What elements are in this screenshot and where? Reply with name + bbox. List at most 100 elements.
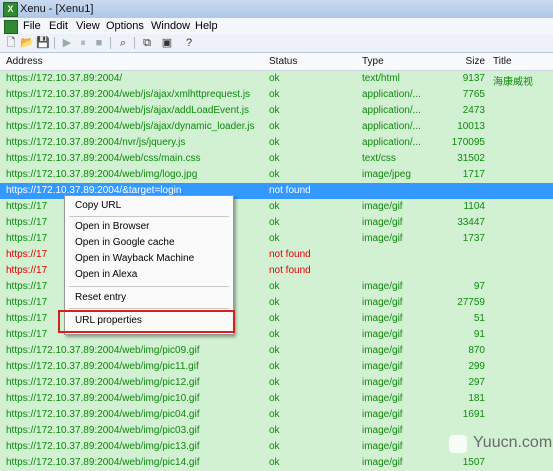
cell-address: https://172.10.37.89:2004/web/img/pic04.… xyxy=(6,409,200,420)
column-address[interactable]: Address xyxy=(6,56,43,67)
menu-open-in-browser[interactable]: Open in Browser xyxy=(75,221,149,232)
menu-separator xyxy=(69,286,229,287)
pause-icon[interactable]: ⏸ xyxy=(76,36,90,50)
menu-reset-entry[interactable]: Reset entry xyxy=(75,292,126,303)
column-type[interactable]: Type xyxy=(362,56,384,67)
table-row[interactable]: https://172.10.37.89:2004/web/img/pic04.… xyxy=(0,407,553,423)
table-row[interactable]: https://172.10.37.89:2004/web/img/pic12.… xyxy=(0,375,553,391)
menu-view[interactable]: View xyxy=(76,20,100,32)
cell-status: ok xyxy=(269,105,280,116)
open-folder-icon[interactable]: 📂 xyxy=(20,36,34,50)
menu-file[interactable]: File xyxy=(23,20,41,32)
cell-status: ok xyxy=(269,377,280,388)
save-icon[interactable]: 💾 xyxy=(36,36,50,50)
cell-address: https://172.10.37.89:2004/web/img/pic14.… xyxy=(6,457,200,468)
cell-size: 1717 xyxy=(462,169,485,180)
menu-open-in-google-cache[interactable]: Open in Google cache xyxy=(75,237,175,248)
table-row[interactable]: https://172.10.37.89:2004/web/css/main.c… xyxy=(0,151,553,167)
cell-status: ok xyxy=(269,441,280,452)
cell-size: 297 xyxy=(468,377,485,388)
cell-address: https://172.10.37.89:2004/web/img/pic10.… xyxy=(6,393,200,404)
column-header: Address Status Type Size Title xyxy=(0,53,553,71)
play-icon[interactable]: ▶ xyxy=(60,36,74,50)
document-icon[interactable] xyxy=(4,20,18,34)
cell-status: ok xyxy=(269,297,280,308)
column-title[interactable]: Title xyxy=(493,56,512,67)
properties-icon[interactable]: ▣ xyxy=(160,36,174,50)
cell-status: not found xyxy=(269,185,311,196)
menu-copy-url[interactable]: Copy URL xyxy=(75,200,121,211)
cell-status: ok xyxy=(269,409,280,420)
cell-size: 1737 xyxy=(462,233,485,244)
menu-open-in-wayback-machine[interactable]: Open in Wayback Machine xyxy=(75,253,194,264)
watermark-logo-icon xyxy=(449,435,467,453)
cell-address: https://172.10.37.89:2004/web/js/ajax/xm… xyxy=(6,89,251,100)
table-row[interactable]: https://172.10.37.89:2004/web/img/pic14.… xyxy=(0,455,553,471)
menu-separator xyxy=(69,216,229,217)
cell-status: ok xyxy=(269,329,280,340)
cell-size: 170095 xyxy=(451,137,485,148)
menu-edit[interactable]: Edit xyxy=(49,20,68,32)
cell-size: 299 xyxy=(468,361,485,372)
column-size[interactable]: Size xyxy=(430,56,485,67)
table-row[interactable]: https://172.10.37.89:2004/web/js/ajax/xm… xyxy=(0,87,553,103)
cell-size: 51 xyxy=(473,313,485,324)
table-row[interactable]: https://172.10.37.89:2004/web/img/pic11.… xyxy=(0,359,553,375)
title-bar: X Xenu - [Xenu1] xyxy=(0,0,553,19)
menu-open-in-alexa[interactable]: Open in Alexa xyxy=(75,269,137,280)
cell-status: ok xyxy=(269,73,280,84)
table-row[interactable]: https://172.10.37.89:2004/nvr/js/jquery.… xyxy=(0,135,553,151)
cell-size: 1507 xyxy=(462,457,485,468)
new-file-icon[interactable]: 🗋 xyxy=(4,36,18,50)
column-status[interactable]: Status xyxy=(269,56,297,67)
cell-status: ok xyxy=(269,137,280,148)
stop-icon[interactable]: ■ xyxy=(92,36,106,50)
cell-size: 31502 xyxy=(457,153,485,164)
watermark: Yuucn.com xyxy=(449,433,552,455)
xenu-app-icon: X xyxy=(3,2,18,17)
cell-status: ok xyxy=(269,153,280,164)
cell-address: https://172.10.37.89:2004/web/img/pic03.… xyxy=(6,425,200,436)
cell-status: ok xyxy=(269,457,280,468)
cell-size: 1691 xyxy=(462,409,485,420)
table-row[interactable]: https://172.10.37.89:2004/ok text/html 913… xyxy=(0,71,553,88)
table-row[interactable]: https://172.10.37.89:2004/web/img/pic09.… xyxy=(0,343,553,359)
cell-status: ok xyxy=(269,201,280,212)
url-properties-highlight xyxy=(58,310,235,333)
cell-address: https://172.10.37.89:2004/web/js/ajax/ad… xyxy=(6,105,249,116)
cell-address: https://172.10.37.89:2004/ xyxy=(6,73,123,84)
cell-size: 870 xyxy=(468,345,485,356)
menu-window[interactable]: Window xyxy=(151,20,190,32)
cell-size: 97 xyxy=(473,281,485,292)
binoculars-icon[interactable]: ⌕ xyxy=(116,36,130,50)
menu-help[interactable]: Help xyxy=(195,20,218,32)
toolbar: 🗋 📂 💾 ▶ ⏸ ■ ⌕ ⧉ ▣ ? xyxy=(0,34,553,53)
toolbar-separator xyxy=(134,37,135,49)
table-row[interactable]: https://172.10.37.89:2004/web/js/ajax/dy… xyxy=(0,119,553,135)
cell-address: https://172.10.37.89:2004/web/img/pic11.… xyxy=(6,361,199,372)
cell-address: https://172.10.37.89:2004/web/img/pic09.… xyxy=(6,345,200,356)
cell-size: 2473 xyxy=(462,105,485,116)
cell-size: 10013 xyxy=(457,121,485,132)
cell-address: https://172.10.37.89:2004/web/img/logo.j… xyxy=(6,169,198,180)
cell-address: https://172.10.37.89:2004/web/img/pic12.… xyxy=(6,377,200,388)
table-row[interactable]: https://172.10.37.89:2004/web/img/pic10.… xyxy=(0,391,553,407)
cell-size: 9137 xyxy=(462,73,485,84)
cell-title: 海康威视 xyxy=(493,77,533,88)
cell-size: 181 xyxy=(468,393,485,404)
toolbar-separator xyxy=(110,37,111,49)
help-icon[interactable]: ? xyxy=(182,36,196,50)
menu-options[interactable]: Options xyxy=(106,20,144,32)
table-row[interactable]: https://172.10.37.89:2004/web/img/logo.j… xyxy=(0,167,553,183)
cell-status: ok xyxy=(269,345,280,356)
cell-status: ok xyxy=(269,169,280,180)
table-row[interactable]: https://172.10.37.89:2004/web/js/ajax/ad… xyxy=(0,103,553,119)
cell-address: https://172.10.37.89:2004/web/css/main.c… xyxy=(6,153,201,164)
copy-icon[interactable]: ⧉ xyxy=(140,36,154,50)
cell-address: https://172.10.37.89:2004/web/js/ajax/dy… xyxy=(6,121,255,132)
cell-status: ok xyxy=(269,313,280,324)
cell-address: https://172.10.37.89:2004/nvr/js/jquery.… xyxy=(6,137,186,148)
cell-status: ok xyxy=(269,89,280,100)
menu-separator xyxy=(69,308,229,309)
cell-size: 27759 xyxy=(457,297,485,308)
